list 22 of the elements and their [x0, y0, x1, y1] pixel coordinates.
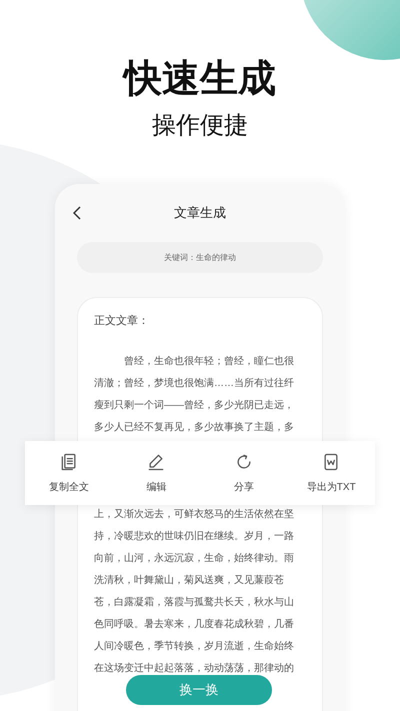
article-text-line: 在这场变迁中起起落落，动动荡荡，那律动的 — [94, 662, 295, 676]
toolbar-button[interactable]: 导出为TXT — [288, 441, 375, 505]
back-icon — [73, 206, 81, 220]
article-text-line: 多少人已经不复再见，多少故事换了主题，多 — [94, 420, 295, 435]
article-text-line: 瘦到只剩一个词——曾经，多少光阴已走远， — [94, 398, 295, 413]
toolbar-button[interactable]: 复制全文 — [25, 441, 112, 505]
article-heading: 正文文章： — [94, 314, 150, 329]
article-text-line: 清澈；曾经，梦境也很饱满……当所有过往纤 — [94, 376, 295, 391]
article-text-line: 上，又渐次远去，可鲜衣怒马的生活依然在坚 — [94, 508, 295, 522]
headline: 快速生成 — [124, 57, 276, 102]
toolbar-button[interactable]: 编辑 — [112, 441, 200, 505]
article-text-line: 人间冷暖色，季节转换，岁月流逝，生命始终 — [94, 640, 295, 654]
article-text-line: 曾经，生命也很年轻；曾经，瞳仁也很 — [123, 354, 295, 369]
article-text-line: 洗清秋，叶舞黛山，菊风送爽，又见蒹葭苍 — [94, 574, 285, 588]
toolbar-button[interactable]: 分享 — [200, 441, 288, 505]
keyword-field: 关键词：生命的律动 — [77, 242, 323, 273]
screen-title: 文章生成 — [174, 204, 226, 222]
article-text-line: 苍，白露凝霜，落霞与孤鹜共长天，秋水与山 — [94, 596, 295, 610]
article-text-line: 持，冷暖悲欢的世味仍旧在继续。岁月，一路 — [94, 530, 295, 544]
article-text-line: 色同呼吸。暑去寒来，几度春花成秋碧，几番 — [94, 618, 295, 632]
subheadline: 操作便捷 — [152, 111, 248, 141]
article-text-line: 向前，山河，永远沉寂，生命，始终律动。雨 — [94, 552, 295, 566]
